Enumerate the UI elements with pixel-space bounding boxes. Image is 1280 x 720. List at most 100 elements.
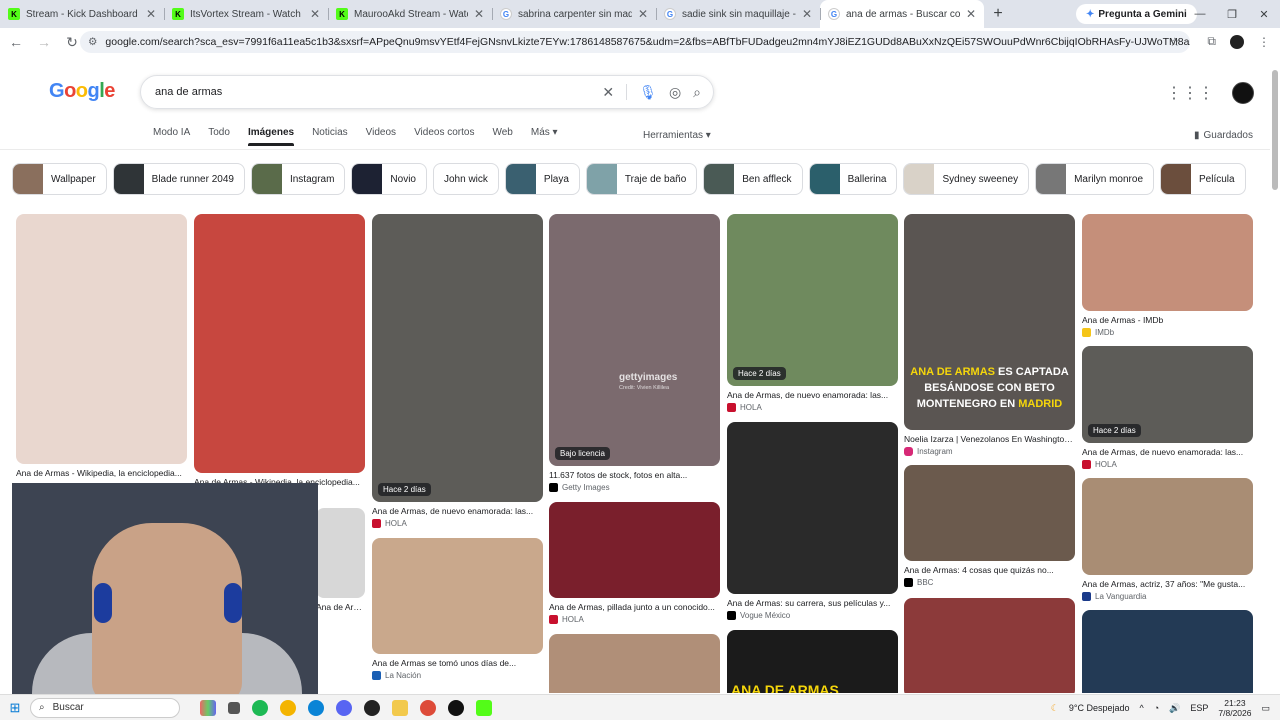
result-source[interactable]: HOLA (385, 519, 407, 528)
saved-button[interactable]: ▮ Guardados (1194, 130, 1253, 141)
result-caption[interactable]: Ana de Armas, de nuevo enamorada: las... (727, 390, 898, 400)
lens-icon[interactable]: ◎ (669, 84, 681, 101)
tab-imagenes[interactable]: Imágenes (247, 127, 295, 146)
result-caption[interactable]: Ana de Armas: 4 cosas que quizás no... (904, 565, 1075, 575)
file-explorer-icon[interactable] (392, 699, 408, 716)
page-scrollbar[interactable] (1272, 70, 1278, 190)
apps-grid-icon[interactable]: ⋮⋮⋮ (1166, 83, 1214, 103)
image-result[interactable] (549, 634, 720, 693)
image-result[interactable]: Ana de Armas se tomó unos días de... La … (372, 538, 543, 680)
close-icon[interactable]: ✕ (802, 7, 812, 21)
discord-icon[interactable] (336, 699, 352, 716)
mic-icon[interactable]: 🎙 (639, 84, 657, 101)
result-caption[interactable]: Ana de Armas, de nuevo enamorada: las... (372, 506, 543, 516)
tab-noticias[interactable]: Noticias (312, 127, 348, 146)
result-caption[interactable]: Ana de Armas, actriz, 37 años: "Me gusta… (1082, 579, 1253, 589)
kick-app-icon[interactable] (476, 699, 492, 716)
image-result[interactable]: Ana de Armas - Wikipedia, la enciclopedi… (16, 214, 187, 478)
result-caption[interactable]: Ana de Armas - Wikipedia, la enciclopedi… (16, 468, 187, 478)
chip-ben-affleck[interactable]: Ben affleck (703, 163, 803, 195)
clear-icon[interactable]: ✕ (602, 84, 614, 101)
result-image[interactable]: Hace 2 días (372, 214, 543, 502)
weather-text[interactable]: 9°C Despejado (1069, 703, 1130, 713)
browser-tab[interactable]: K ItsVortex Stream - Watch Live o ✕ (164, 0, 328, 28)
menu-icon[interactable]: ⋮ (1258, 35, 1270, 49)
result-source[interactable]: HOLA (562, 615, 584, 624)
bookmark-star-icon[interactable]: ☆ (1169, 35, 1180, 49)
result-image[interactable] (16, 214, 187, 464)
minimize-icon[interactable]: — (1184, 0, 1216, 28)
image-result[interactable]: Hace 2 días Ana de Armas, de nuevo enamo… (727, 214, 898, 412)
chip-novio[interactable]: Novio (351, 163, 427, 195)
result-source[interactable]: Getty Images (562, 483, 610, 492)
result-image[interactable] (1082, 214, 1253, 311)
tray-chevron-icon[interactable]: ^ (1139, 703, 1143, 713)
image-result[interactable]: Ana de Armas: su carrera, sus películas … (727, 422, 898, 620)
close-window-icon[interactable]: ✕ (1248, 0, 1280, 28)
result-image[interactable] (727, 422, 898, 594)
result-source[interactable]: BBC (917, 578, 933, 587)
result-source[interactable]: Instagram (917, 447, 953, 456)
forward-icon[interactable]: → (32, 34, 56, 50)
result-image[interactable]: ANA DE ARMAS (727, 630, 898, 693)
result-image[interactable]: ANA DE ARMAS ES CAPTADA BESÁNDOSE CON BE… (904, 214, 1075, 430)
chip-sydney-sweeney[interactable]: Sydney sweeney (903, 163, 1030, 195)
tab-videos-cortos[interactable]: Videos cortos (414, 127, 474, 146)
image-result[interactable] (1082, 610, 1253, 693)
profile-avatar[interactable] (1230, 34, 1244, 49)
result-source[interactable]: IMDb (1095, 328, 1114, 337)
chip-película[interactable]: Película (1160, 163, 1246, 195)
image-result[interactable]: Ana de Armas: 4 cosas que quizás no... B… (904, 465, 1075, 587)
close-icon[interactable]: ✕ (310, 7, 320, 21)
result-image[interactable] (904, 465, 1075, 561)
spotify-icon[interactable] (252, 699, 268, 716)
result-image[interactable]: Hace 2 días (1082, 346, 1253, 443)
address-bar[interactable]: ⚙ google.com/search?sca_esv=7991f6a11ea5… (80, 31, 1190, 53)
result-caption[interactable]: Ana de Armas, de nuevo enamorada: las... (1082, 447, 1253, 457)
wifi-icon[interactable]: ◔ (1154, 703, 1159, 713)
windows-start-icon[interactable]: ⊞ (0, 700, 30, 716)
image-result[interactable]: Ana de Armas - IMDb IMDb (1082, 214, 1253, 337)
account-avatar[interactable] (1232, 82, 1254, 104)
result-caption[interactable]: Ana de Armas - IMDb (1082, 315, 1253, 325)
gemini-button[interactable]: ✦ Pregunta a Gemini (1076, 4, 1197, 24)
chip-playa[interactable]: Playa (504, 163, 580, 195)
browser-tab[interactable]: K Stream - Kick Dashboard ✕ (0, 0, 164, 28)
maximize-icon[interactable]: ❐ (1216, 0, 1248, 28)
image-result[interactable]: Ana de Armas - Wikipedia, la enciclopedi… (194, 214, 365, 487)
close-icon[interactable]: ✕ (146, 7, 156, 21)
chip-wallpaper[interactable]: Wallpaper (12, 163, 107, 195)
image-result[interactable]: ANA DE ARMAS ES CAPTADA BESÁNDOSE CON BE… (904, 214, 1075, 456)
tab-todo[interactable]: Todo (208, 127, 230, 146)
chrome-icon[interactable] (280, 699, 296, 716)
result-caption[interactable]: Ana de Armas, pillada junto a un conocid… (549, 602, 720, 612)
edge-icon[interactable] (308, 699, 324, 716)
result-image[interactable]: Hace 2 días (727, 214, 898, 386)
tab-modo-ia[interactable]: Modo IA (153, 127, 190, 146)
task-view-icon[interactable] (228, 701, 240, 714)
site-info-icon[interactable]: ⚙ (88, 36, 97, 48)
close-icon[interactable]: ✕ (966, 7, 976, 21)
result-source[interactable]: La Nación (385, 671, 421, 680)
image-result[interactable]: Hace 2 días Ana de Armas, de nuevo enamo… (1082, 346, 1253, 469)
tab-videos[interactable]: Videos (366, 127, 396, 146)
result-caption[interactable]: Ana de Armas s... (316, 602, 365, 612)
tab-mas[interactable]: Más ▾ (531, 127, 558, 146)
language-indicator[interactable]: ESP (1190, 703, 1208, 713)
image-result[interactable]: gettyimages Credit: Vivien Killilea Bajo… (549, 214, 720, 492)
result-image[interactable] (1082, 610, 1253, 693)
result-caption[interactable]: Ana de Armas: su carrera, sus películas … (727, 598, 898, 608)
result-image[interactable]: gettyimages Credit: Vivien Killilea Bajo… (549, 214, 720, 466)
result-source[interactable]: Vogue México (740, 611, 790, 620)
tools-button[interactable]: Herramientas ▾ (643, 130, 711, 141)
tab-web[interactable]: Web (492, 127, 512, 146)
extensions-icon[interactable]: ⧉ (1207, 34, 1216, 49)
image-result[interactable]: Ana de Armas s... (316, 508, 365, 612)
result-image[interactable] (549, 634, 720, 693)
close-icon[interactable]: ✕ (474, 7, 484, 21)
image-result[interactable]: Ana de Armas, pillada junto a un conocid… (549, 502, 720, 624)
result-image[interactable] (194, 214, 365, 473)
browser-tab-active[interactable]: Gana de armas - Buscar con Goo ✕ (820, 0, 984, 28)
volume-icon[interactable]: 🔊 (1169, 703, 1180, 714)
result-image[interactable] (549, 502, 720, 598)
